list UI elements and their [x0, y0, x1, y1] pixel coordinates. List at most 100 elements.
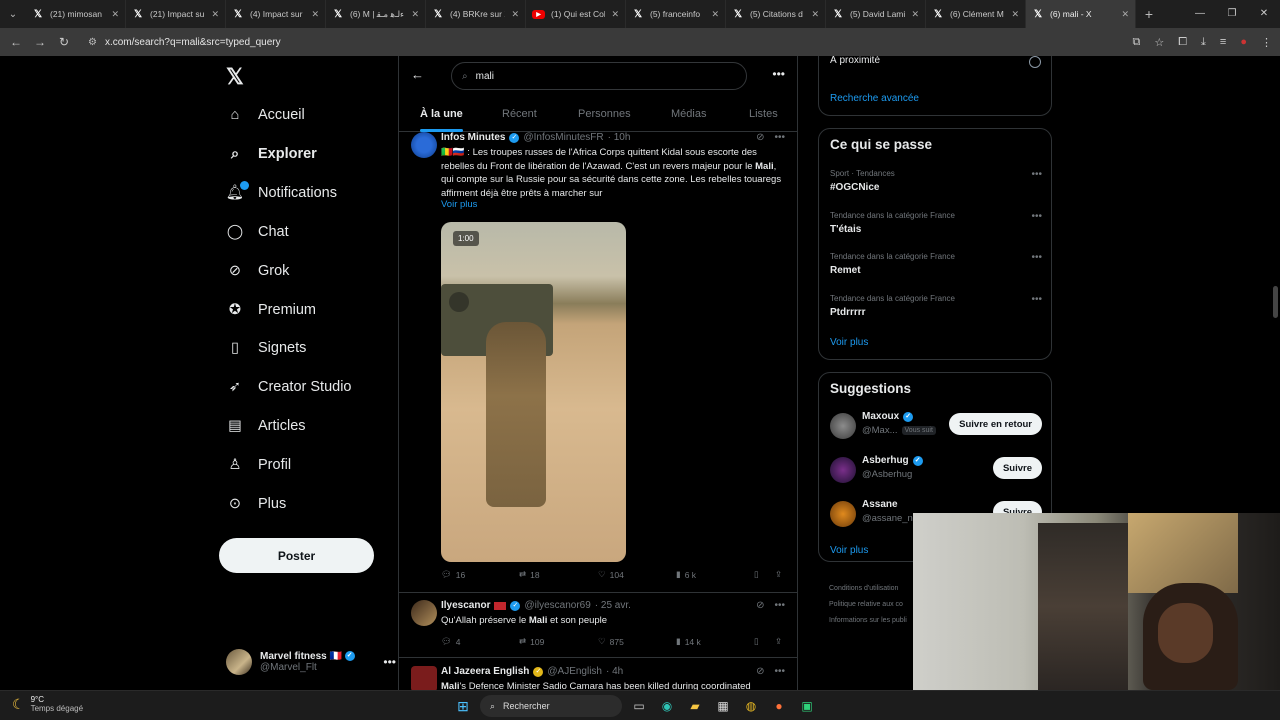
advanced-search-link[interactable]: Recherche avancée [830, 93, 919, 104]
grok-icon[interactable]: ⊘ [756, 666, 764, 677]
extensions-icon[interactable]: ⧠ [1178, 36, 1187, 49]
tweet-more-icon[interactable]: ••• [774, 666, 785, 677]
close-window-icon[interactable]: ✕ [1248, 0, 1280, 28]
store-icon[interactable]: ▦ [712, 695, 734, 717]
download-icon[interactable]: ⤓ [1201, 36, 1206, 49]
repost-button[interactable]: ⇄ 18 [519, 569, 540, 580]
sidebar-item-grok[interactable]: ⊘ Grok [226, 258, 290, 284]
suggestion-item[interactable]: Maxoux ✓ @Max... Vous suit Suivre en retou… [830, 411, 1042, 443]
sidebar-item-profil[interactable]: ♙ Profil [226, 452, 292, 478]
avatar[interactable] [830, 457, 856, 483]
share-button[interactable]: ⇪ [775, 636, 782, 647]
chrome-icon[interactable]: ◍ [740, 695, 762, 717]
trend-more-icon[interactable]: ••• [1031, 294, 1042, 305]
browser-tab[interactable]: 𝕏 (6) M | ﺀلـﻫ مـﻘ ✕ [326, 0, 426, 28]
tweet-time[interactable]: · 4h [606, 666, 623, 677]
media-control-icon[interactable]: ≡ [1220, 36, 1226, 48]
trend-more-icon[interactable]: ••• [1031, 252, 1042, 263]
grok-icon[interactable]: ⊘ [756, 600, 764, 611]
close-tab-icon[interactable]: ✕ [311, 9, 319, 20]
maximize-icon[interactable]: ❐ [1216, 0, 1248, 28]
close-tab-icon[interactable]: ✕ [911, 9, 919, 20]
avatar[interactable] [411, 666, 437, 690]
more-dots-icon[interactable]: ••• [383, 655, 396, 669]
close-tab-icon[interactable]: ✕ [411, 9, 419, 20]
x-logo-icon[interactable]: 𝕏 [226, 64, 244, 90]
bookmark-button[interactable]: ▯ [754, 569, 759, 580]
tweet[interactable]: Al Jazeera English ✓ @AJEnglish · 4h ⊘ •… [399, 666, 797, 690]
like-button[interactable]: ♡ 104 [598, 569, 624, 580]
bookmark-star-icon[interactable]: ☆ [1154, 36, 1164, 49]
close-tab-icon[interactable]: ✕ [211, 9, 219, 20]
browser-tab[interactable]: 𝕏 (5) franceinfo ✕ [626, 0, 726, 28]
site-info-icon[interactable]: ⚙ [88, 37, 97, 48]
close-tab-icon[interactable]: ✕ [1121, 9, 1129, 20]
tweet-time[interactable]: · 10h [608, 132, 631, 143]
tweet-time[interactable]: · 25 avr. [595, 600, 631, 611]
trend-item[interactable]: Tendance dans la catégorie France T'étais… [830, 211, 1042, 235]
browser-tab[interactable]: 𝕏 (4) Impact sur ✕ [226, 0, 326, 28]
author-handle[interactable]: @InfosMinutesFR [523, 132, 603, 143]
search-options-icon[interactable]: ••• [772, 67, 785, 81]
sidebar-item-articles[interactable]: ▤ Articles [226, 413, 305, 439]
footer-terms-link[interactable]: Conditions d'utilisation [829, 585, 898, 592]
back-icon[interactable]: ← [4, 35, 28, 49]
sidebar-item-accueil[interactable]: ⌂ Accueil [226, 102, 305, 128]
close-tab-icon[interactable]: ✕ [811, 9, 819, 20]
nearby-filter[interactable]: À proximité [819, 56, 1051, 70]
browser-tab[interactable]: 𝕏 (5) Citations d ✕ [726, 0, 826, 28]
tab-people[interactable]: Personnes [578, 96, 631, 132]
author-name[interactable]: Al Jazeera English [441, 666, 529, 677]
browser-tab[interactable]: 𝕏 (21) mimosan ✕ [26, 0, 126, 28]
follow-back-button[interactable]: Suivre en retour [949, 413, 1042, 435]
tab-latest[interactable]: Récent [502, 96, 537, 132]
sidebar-item-premium[interactable]: ✪ Premium [226, 297, 316, 323]
minimize-icon[interactable]: — [1184, 0, 1216, 28]
follow-button[interactable]: Suivre [992, 457, 1042, 479]
trend-item[interactable]: Tendance dans la catégorie France Remet ••… [830, 252, 1042, 276]
repost-button[interactable]: ⇄ 109 [519, 636, 544, 647]
avatar[interactable] [830, 413, 856, 439]
search-input[interactable] [475, 70, 716, 82]
browser-tab[interactable]: 𝕏 (6) Clément M ✕ [926, 0, 1026, 28]
trends-see-more-link[interactable]: Voir plus [830, 337, 868, 348]
author-name[interactable]: Infos Minutes [441, 132, 505, 143]
sidebar-item-creator-studio[interactable]: ➶ Creator Studio [226, 374, 352, 400]
sidebar-item-notifications[interactable]: 🔔︎ Notifications [226, 180, 337, 206]
reply-button[interactable]: 💬︎ 16 [441, 569, 465, 580]
like-button[interactable]: ♡ 875 [598, 636, 624, 647]
author-handle[interactable]: @AJEnglish [547, 666, 602, 677]
grok-icon[interactable]: ⊘ [756, 132, 764, 143]
windows-start-icon[interactable]: ⊞ [452, 695, 474, 717]
scrollbar-thumb[interactable] [1273, 286, 1278, 318]
bookmark-button[interactable]: ▯ [754, 636, 759, 647]
tab-search-menu-icon[interactable]: ⌄ [0, 0, 26, 28]
weather-widget[interactable]: ☾ 9°C Temps dégagé [12, 695, 83, 713]
browser-tab[interactable]: 𝕏 (6) mali - X ✕ [1026, 0, 1136, 28]
forward-icon[interactable]: → [28, 35, 52, 49]
show-more-link[interactable]: Voir plus [441, 199, 477, 210]
app-icon[interactable]: ▣ [796, 695, 818, 717]
views-button[interactable]: ▮ 14 k [676, 636, 701, 647]
browser-menu-icon[interactable]: ⋮ [1261, 36, 1272, 49]
trend-more-icon[interactable]: ••• [1031, 211, 1042, 222]
taskbar-search[interactable]: ⌕ Rechercher [480, 695, 622, 717]
views-button[interactable]: ▮ 6 k [676, 569, 696, 580]
account-switcher[interactable]: Marvel fitness 🇫🇷 ✓ @Marvel_Flt ••• [226, 644, 396, 680]
browser-tab[interactable]: ▶ (1) Qui est Coli ✕ [526, 0, 626, 28]
task-view-icon[interactable]: ▭ [628, 695, 650, 717]
share-button[interactable]: ⇪ [775, 569, 782, 580]
tweet-video[interactable]: 1:00 [441, 222, 626, 562]
sidebar-item-chat[interactable]: ◯ Chat [226, 219, 289, 245]
reply-button[interactable]: 💬︎ 4 [441, 636, 461, 647]
post-button[interactable]: Poster [219, 538, 374, 573]
tweet-more-icon[interactable]: ••• [774, 600, 785, 611]
trend-item[interactable]: Tendance dans la catégorie France Ptdrrrr… [830, 294, 1042, 318]
close-tab-icon[interactable]: ✕ [711, 9, 719, 20]
close-tab-icon[interactable]: ✕ [111, 9, 119, 20]
browser-tab[interactable]: 𝕏 (4) BRKre sur X ✕ [426, 0, 526, 28]
tab-top[interactable]: À la une [420, 96, 463, 132]
sidebar-item-signets[interactable]: ▯ Signets [226, 335, 306, 361]
install-app-icon[interactable]: ⧉ [1133, 36, 1141, 49]
file-explorer-icon[interactable]: ▰ [684, 695, 706, 717]
